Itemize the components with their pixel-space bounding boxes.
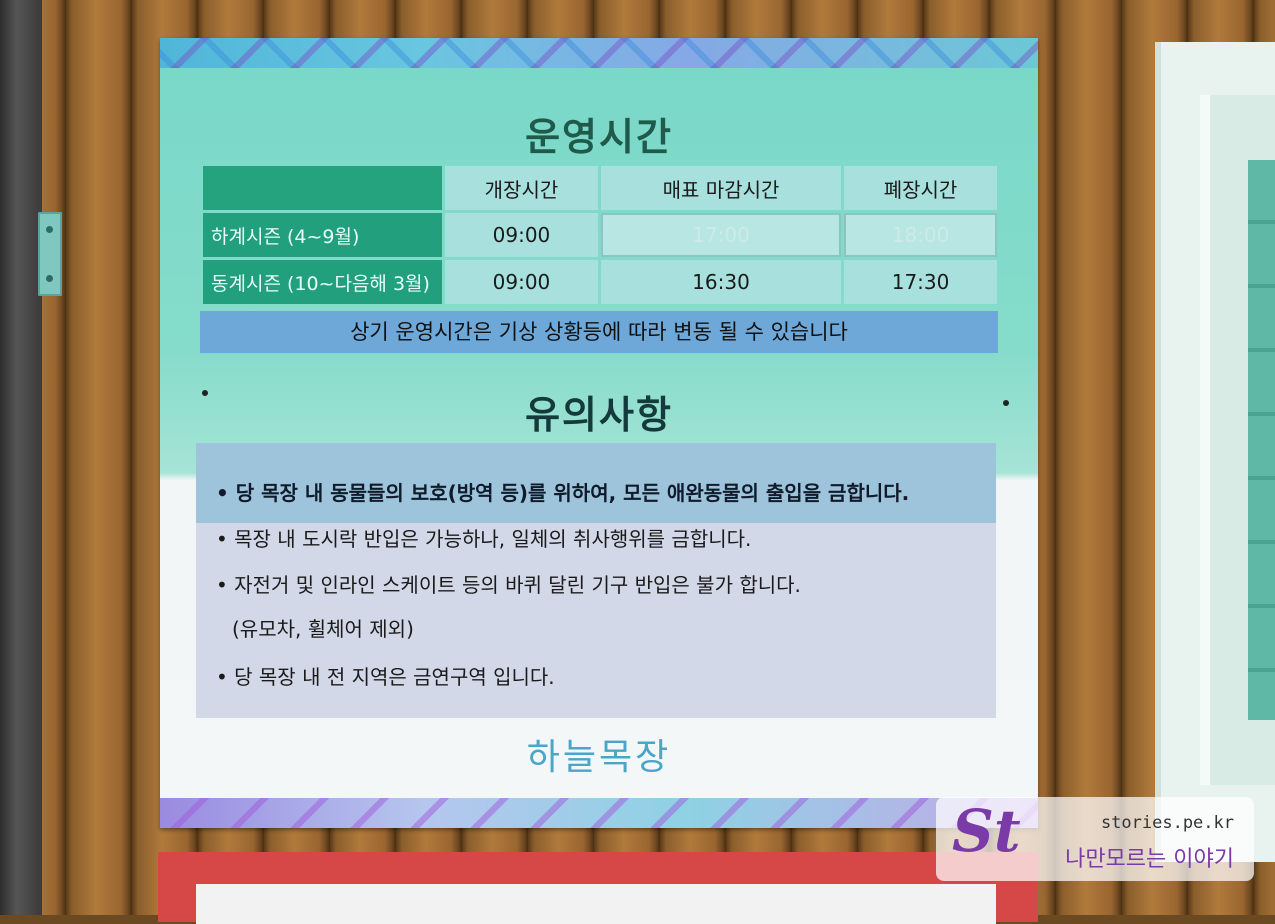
caution-item: • 당 목장 내 동물들의 보호(방역 등)를 위하여, 모든 애완동물의 출입… (216, 481, 910, 505)
sign-border-top (160, 38, 1038, 68)
red-sign-below (158, 852, 1038, 924)
left-post (0, 0, 42, 915)
close-time-covered: 18:00 (844, 213, 997, 257)
caution-item: • 당 목장 내 전 지역은 금연구역 입니다. (216, 665, 555, 689)
caution-item-note: (유모차, 휠체어 제외) (232, 617, 414, 641)
sign-logo: 하늘목장 (526, 737, 672, 778)
red-sign-inner (196, 884, 996, 924)
close-time: 17:30 (844, 260, 997, 304)
caution-item: • 자전거 및 인라인 스케이트 등의 바퀴 달린 기구 반입은 불가 합니다. (216, 573, 801, 597)
caution-box: • 당 목장 내 동물들의 보호(방역 등)를 위하여, 모든 애완동물의 출입… (196, 443, 996, 718)
door-hinge (38, 212, 62, 296)
season-label: 하계시즌 (4~9월) (203, 213, 442, 257)
col-open-header: 개장시간 (445, 166, 598, 210)
caution-title: 유의사항 (525, 393, 673, 437)
window-glass (1248, 160, 1275, 720)
hours-corner-cell (203, 166, 442, 210)
hours-table: 개장시간 매표 마감시간 폐장시간 하계시즌 (4~9월) 09:00 17:0… (200, 163, 1000, 307)
season-label: 동계시즌 (10~다음해 3월) (203, 260, 442, 304)
hours-row-summer: 하계시즌 (4~9월) 09:00 17:00 18:00 (203, 213, 997, 257)
watermark-logo: St (952, 797, 1021, 865)
watermark-text: 나만모르는 이야기 (1065, 847, 1234, 872)
open-time: 09:00 (445, 260, 598, 304)
info-sign: 운영시간 개장시간 매표 마감시간 폐장시간 하계시즌 (4~9월) 09:00… (160, 38, 1038, 828)
hours-title: 운영시간 (525, 115, 673, 159)
col-close-header: 폐장시간 (844, 166, 997, 210)
hours-notice: 상기 운영시간은 기상 상황등에 따라 변동 될 수 있습니다 (200, 311, 998, 353)
caution-item: • 목장 내 도시락 반입은 가능하나, 일체의 취사행위를 금합니다. (216, 527, 752, 551)
hours-row-winter: 동계시즌 (10~다음해 3월) 09:00 16:30 17:30 (203, 260, 997, 304)
ticket-close-time-covered: 17:00 (600, 213, 842, 257)
watermark: St stories.pe.kr 나만모르는 이야기 (936, 797, 1254, 881)
col-ticket-close-header: 매표 마감시간 (600, 166, 842, 210)
open-time: 09:00 (445, 213, 598, 257)
watermark-url: stories.pe.kr (1100, 813, 1234, 833)
sign-border-bottom (160, 798, 1038, 828)
ticket-close-time: 16:30 (600, 260, 842, 304)
hours-header-row: 개장시간 매표 마감시간 폐장시간 (203, 166, 997, 210)
